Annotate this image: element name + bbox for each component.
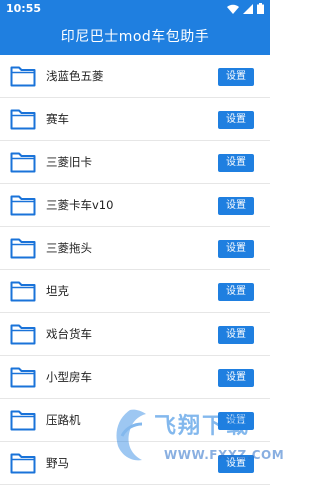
settings-button[interactable]: 设置 — [218, 412, 254, 430]
item-label: 三菱旧卡 — [46, 155, 92, 169]
status-time: 10:55 — [6, 2, 42, 15]
list-item[interactable]: 三菱卡车v10 设置 — [0, 184, 270, 227]
app-title: 印尼巴士mod车包助手 — [0, 19, 270, 55]
folder-icon — [10, 152, 36, 173]
settings-button[interactable]: 设置 — [218, 154, 254, 172]
list-item[interactable]: 三菱拖头 设置 — [0, 227, 270, 270]
item-label: 小型房车 — [46, 370, 92, 384]
settings-button[interactable]: 设置 — [218, 197, 254, 215]
item-label: 三菱拖头 — [46, 241, 92, 255]
settings-button[interactable]: 设置 — [218, 283, 254, 301]
item-label: 压路机 — [46, 413, 81, 427]
item-label: 野马 — [46, 456, 69, 470]
settings-button[interactable]: 设置 — [218, 455, 254, 473]
folder-icon — [10, 109, 36, 130]
list-item[interactable]: 压路机 设置 — [0, 399, 270, 442]
settings-button[interactable]: 设置 — [218, 68, 254, 86]
item-label: 三菱卡车v10 — [46, 198, 114, 212]
status-bar: 10:55 — [0, 0, 270, 19]
battery-icon — [257, 3, 264, 14]
folder-icon — [10, 453, 36, 474]
list-item[interactable]: 戏台货车 设置 — [0, 313, 270, 356]
list-item[interactable]: 赛车 设置 — [0, 98, 270, 141]
folder-icon — [10, 324, 36, 345]
settings-button[interactable]: 设置 — [218, 240, 254, 258]
settings-button[interactable]: 设置 — [218, 111, 254, 129]
folder-icon — [10, 238, 36, 259]
list-item[interactable]: 野马 设置 — [0, 442, 270, 485]
item-label: 坦克 — [46, 284, 69, 298]
settings-button[interactable]: 设置 — [218, 369, 254, 387]
item-label: 戏台货车 — [46, 327, 92, 341]
list-item[interactable]: 坦克 设置 — [0, 270, 270, 313]
list-item[interactable]: 浅蓝色五菱 设置 — [0, 55, 270, 98]
item-label: 浅蓝色五菱 — [46, 69, 104, 83]
folder-icon — [10, 195, 36, 216]
item-label: 赛车 — [46, 112, 69, 126]
folder-icon — [10, 410, 36, 431]
list-item[interactable]: 小型房车 设置 — [0, 356, 270, 399]
folder-icon — [10, 281, 36, 302]
wifi-icon — [227, 4, 239, 14]
signal-icon — [243, 3, 253, 14]
list-item[interactable]: 三菱旧卡 设置 — [0, 141, 270, 184]
settings-button[interactable]: 设置 — [218, 326, 254, 344]
mod-list: 浅蓝色五菱 设置 赛车 设置 三菱旧卡 设置 三菱卡车v10 设置 三菱拖头 设… — [0, 55, 270, 485]
folder-icon — [10, 66, 36, 87]
folder-icon — [10, 367, 36, 388]
status-icons — [227, 3, 264, 14]
